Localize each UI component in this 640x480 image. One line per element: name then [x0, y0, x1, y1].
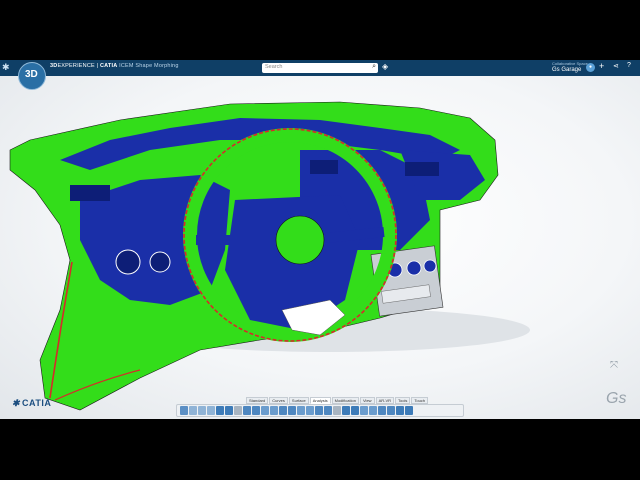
highlight-lines-icon[interactable] — [279, 406, 287, 415]
tab-surface[interactable]: Surface — [288, 397, 309, 404]
environment-icon[interactable] — [369, 406, 377, 415]
gauge-left — [115, 249, 141, 275]
display-icon[interactable] — [396, 406, 404, 415]
vent-left — [70, 185, 110, 201]
3d-viewport[interactable] — [0, 60, 640, 419]
distance-analysis-icon[interactable] — [252, 406, 260, 415]
mapping-icon[interactable] — [324, 406, 332, 415]
compass-label: 3D — [25, 69, 38, 80]
draft-analysis-icon[interactable] — [270, 406, 278, 415]
curvature-analysis-icon[interactable] — [261, 406, 269, 415]
reflection-lines-icon[interactable] — [288, 406, 296, 415]
select-icon[interactable] — [180, 406, 188, 415]
view-orientation-icon[interactable]: ⤧ — [610, 360, 618, 371]
action-bar-toolbar — [176, 404, 464, 417]
tab-touch[interactable]: Touch — [411, 397, 429, 404]
separator-icon — [333, 406, 341, 415]
copy-icon[interactable] — [198, 406, 206, 415]
cut-icon[interactable] — [189, 406, 197, 415]
app-window: ✱ 3DEXPERIENCE | CATIA ICEM Shape Morphi… — [0, 60, 640, 419]
porcupine-icon[interactable] — [297, 406, 305, 415]
light-source-icon[interactable] — [360, 406, 368, 415]
vent-right — [405, 162, 439, 176]
tab-tools[interactable]: Tools — [395, 397, 411, 404]
tab-standard[interactable]: Standard — [246, 397, 269, 404]
tab-analysis[interactable]: Analysis — [309, 397, 331, 404]
catia-logo-text: CATIA — [22, 398, 52, 408]
spoke-right — [325, 227, 385, 243]
tab-view[interactable]: View — [359, 397, 375, 404]
vent-center — [310, 160, 338, 174]
section-icon[interactable] — [351, 406, 359, 415]
undo-icon[interactable] — [216, 406, 224, 415]
separator-icon — [234, 406, 242, 415]
measure-icon[interactable] — [342, 406, 350, 415]
compass-icon[interactable]: 3D — [18, 62, 46, 90]
ds-logo-icon: ✱ — [12, 398, 21, 408]
steering-wheel-center — [275, 215, 325, 265]
console-knob-3 — [423, 259, 437, 273]
tab-modification[interactable]: Modification — [331, 397, 359, 404]
tab-curves[interactable]: Curves — [269, 397, 288, 404]
action-bar-tabs: Standard Curves Surface Analysis Modific… — [246, 397, 429, 404]
console-knob-2 — [406, 260, 422, 276]
deviation-icon[interactable] — [378, 406, 386, 415]
redo-icon[interactable] — [225, 406, 233, 415]
check-icon[interactable] — [387, 406, 395, 415]
gauge-right — [149, 251, 171, 273]
connect-checker-icon[interactable] — [243, 406, 251, 415]
isophotes-icon[interactable] — [315, 406, 323, 415]
tab-ar-vr[interactable]: AR-VR — [375, 397, 395, 404]
surface-curvature-icon[interactable] — [306, 406, 314, 415]
more-icon[interactable] — [405, 406, 413, 415]
watermark-logo: Gs — [606, 390, 627, 407]
paste-icon[interactable] — [207, 406, 215, 415]
catia-logo: ✱ CATIA — [12, 398, 51, 409]
